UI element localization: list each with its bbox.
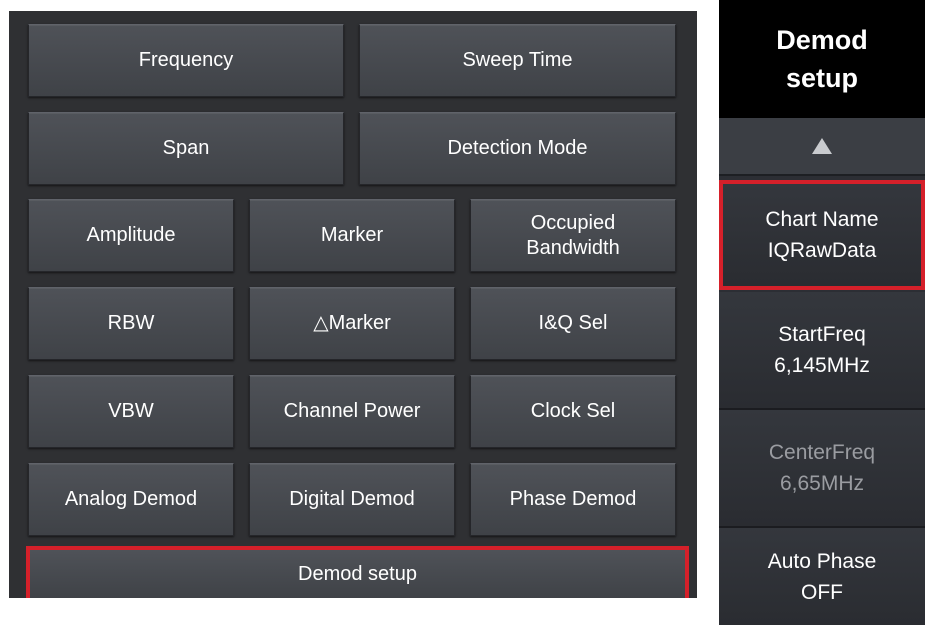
rbw-label: RBW (107, 312, 155, 334)
amplitude-button[interactable]: Amplitude (28, 199, 234, 272)
digital-demod-label: Digital Demod (289, 488, 415, 510)
occupied-bandwidth-button[interactable]: Occupied Bandwidth (470, 199, 676, 272)
delta-marker-label: △Marker (313, 312, 391, 334)
auto-phase-label: Auto Phase (767, 549, 877, 573)
detection-mode-button[interactable]: Detection Mode (359, 112, 676, 185)
delta-marker-button[interactable]: △Marker (249, 287, 455, 360)
clock-sel-label: Clock Sel (530, 400, 616, 422)
channel-power-button[interactable]: Channel Power (249, 375, 455, 448)
analog-demod-label: Analog Demod (64, 488, 198, 510)
center-freq-label: CenterFreq (768, 441, 876, 464)
span-label: Span (162, 137, 210, 159)
demod-setup-softkey-panel: Demod setup Chart Name IQRawData StartFr… (719, 0, 925, 625)
vbw-button[interactable]: VBW (28, 375, 234, 448)
sweep-time-label: Sweep Time (462, 49, 573, 71)
chart-name-label: Chart Name (765, 208, 879, 231)
frequency-button[interactable]: Frequency (28, 24, 344, 97)
softkey-menu-title-line1: Demod (776, 25, 868, 55)
sweep-time-button[interactable]: Sweep Time (359, 24, 676, 97)
triangle-up-icon (812, 138, 832, 154)
frequency-label: Frequency (138, 49, 234, 71)
phase-demod-button[interactable]: Phase Demod (470, 463, 676, 536)
scroll-up-button[interactable] (719, 118, 925, 176)
demod-setup-label: Demod setup (298, 562, 417, 585)
auto-phase-softkey[interactable]: Auto Phase OFF (719, 528, 925, 625)
iq-sel-label: I&Q Sel (538, 312, 608, 334)
start-freq-label: StartFreq (778, 323, 866, 346)
phase-demod-label: Phase Demod (509, 488, 637, 510)
demod-setup-button[interactable]: Demod setup (26, 546, 689, 598)
softkey-menu-title-line2: setup (785, 63, 858, 93)
softkey-menu-title: Demod setup (719, 0, 925, 118)
marker-label: Marker (320, 224, 384, 246)
detection-mode-label: Detection Mode (447, 137, 588, 159)
span-button[interactable]: Span (28, 112, 344, 185)
center-freq-softkey[interactable]: CenterFreq 6,65MHz (719, 410, 925, 528)
center-freq-value: 6,65MHz (779, 472, 865, 495)
rbw-button[interactable]: RBW (28, 287, 234, 360)
auto-phase-value: OFF (801, 580, 843, 604)
vbw-label: VBW (108, 400, 154, 422)
occupied-bandwidth-label: Occupied Bandwidth (526, 211, 620, 259)
clock-sel-button[interactable]: Clock Sel (470, 375, 676, 448)
chart-name-softkey[interactable]: Chart Name IQRawData (719, 180, 925, 290)
marker-button[interactable]: Marker (249, 199, 455, 272)
amplitude-label: Amplitude (86, 224, 176, 246)
start-freq-value: 6,145MHz (774, 354, 870, 377)
digital-demod-button[interactable]: Digital Demod (249, 463, 455, 536)
analog-demod-button[interactable]: Analog Demod (28, 463, 234, 536)
channel-power-label: Channel Power (283, 400, 421, 422)
start-freq-softkey[interactable]: StartFreq 6,145MHz (719, 292, 925, 410)
iq-sel-button[interactable]: I&Q Sel (470, 287, 676, 360)
chart-name-value: IQRawData (767, 239, 877, 262)
function-menu-panel: Frequency Sweep Time Span Detection Mode… (9, 11, 697, 598)
